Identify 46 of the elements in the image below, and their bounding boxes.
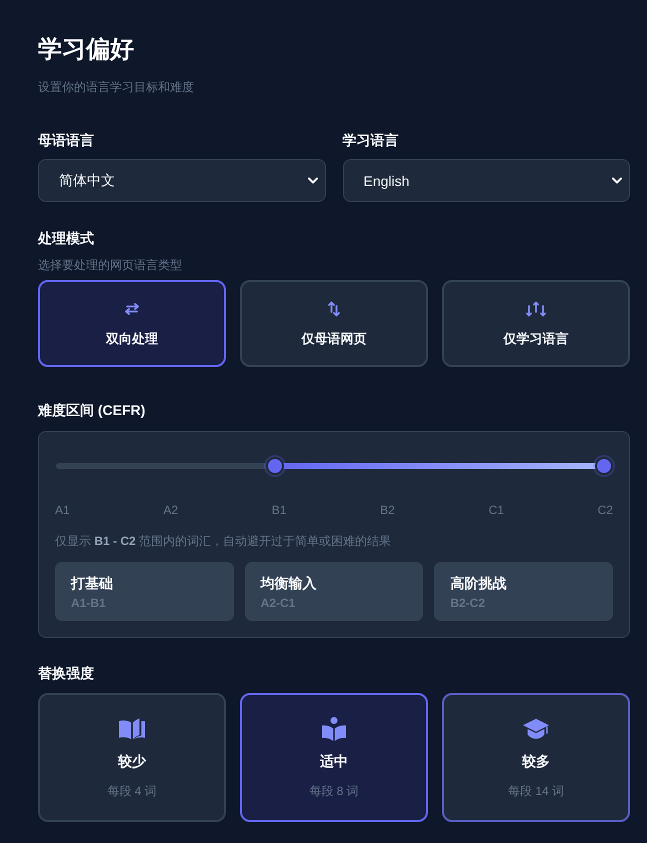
page-subtitle: 设置你的语言学习目标和难度 bbox=[38, 79, 195, 96]
chevron-down-icon bbox=[612, 177, 622, 184]
person-reading-icon bbox=[321, 717, 347, 741]
preset-title: 高阶挑战 bbox=[450, 574, 508, 593]
section-label: 处理模式 bbox=[38, 229, 95, 248]
level-tick-label: B2 bbox=[380, 502, 395, 518]
intensity-option-label: 较多 bbox=[522, 752, 550, 771]
language-select[interactable]: English bbox=[342, 159, 630, 202]
chevron-down-icon bbox=[308, 177, 318, 184]
level-tick-label: C1 bbox=[488, 502, 504, 518]
preset-title: 打基础 bbox=[71, 574, 114, 593]
swap-arrows-icon bbox=[124, 301, 140, 317]
graduation-cap-icon bbox=[523, 717, 549, 741]
range-slider-thumb[interactable] bbox=[266, 457, 284, 475]
mode-option-label: 仅学习语言 bbox=[504, 330, 568, 348]
intensity-option-card[interactable]: 适中 每段 8 词 bbox=[240, 693, 428, 822]
range-slider[interactable] bbox=[55, 454, 613, 478]
intensity-option-card[interactable]: 较少 每段 4 词 bbox=[38, 693, 226, 822]
section-label: 难度区间 (CEFR) bbox=[38, 401, 146, 420]
mode-option-label: 双向处理 bbox=[106, 330, 158, 348]
intensity-option-detail: 每段 4 词 bbox=[107, 783, 157, 800]
open-book-icon bbox=[119, 717, 145, 741]
intensity-option-card[interactable]: 较多 每段 14 词 bbox=[442, 693, 630, 822]
intensity-option-detail: 每段 8 词 bbox=[309, 783, 359, 800]
field-label: 母语语言 bbox=[38, 131, 95, 150]
up-down-arrows-icon bbox=[326, 301, 342, 317]
level-tick-label: A1 bbox=[55, 502, 70, 518]
language-select[interactable]: 简体中文 bbox=[38, 159, 326, 202]
level-tick-label: B1 bbox=[272, 502, 286, 518]
intensity-option-label: 适中 bbox=[320, 752, 348, 771]
intensity-option-label: 较少 bbox=[118, 752, 146, 771]
range-hint-text: 仅显示 B1 - C2 范围内的词汇，自动避开过于简单或困难的结果 bbox=[55, 533, 392, 550]
mode-option-card[interactable]: 双向处理 bbox=[38, 280, 226, 367]
level-tick-label: C2 bbox=[598, 502, 613, 518]
section-label: 替换强度 bbox=[38, 664, 95, 683]
level-tick-label: A2 bbox=[163, 502, 178, 518]
intensity-option-detail: 每段 14 词 bbox=[508, 783, 564, 800]
preset-title: 均衡输入 bbox=[260, 574, 318, 593]
mode-option-card[interactable]: 仅母语网页 bbox=[240, 280, 428, 367]
section-hint: 选择要处理的网页语言类型 bbox=[38, 257, 183, 274]
mode-option-card[interactable]: 仅学习语言 bbox=[442, 280, 630, 367]
three-arrows-icon bbox=[526, 301, 546, 317]
field-label: 学习语言 bbox=[342, 131, 400, 150]
range-slider-thumb[interactable] bbox=[595, 457, 613, 475]
page-title: 学习偏好 bbox=[38, 35, 135, 65]
mode-option-label: 仅母语网页 bbox=[302, 330, 366, 348]
